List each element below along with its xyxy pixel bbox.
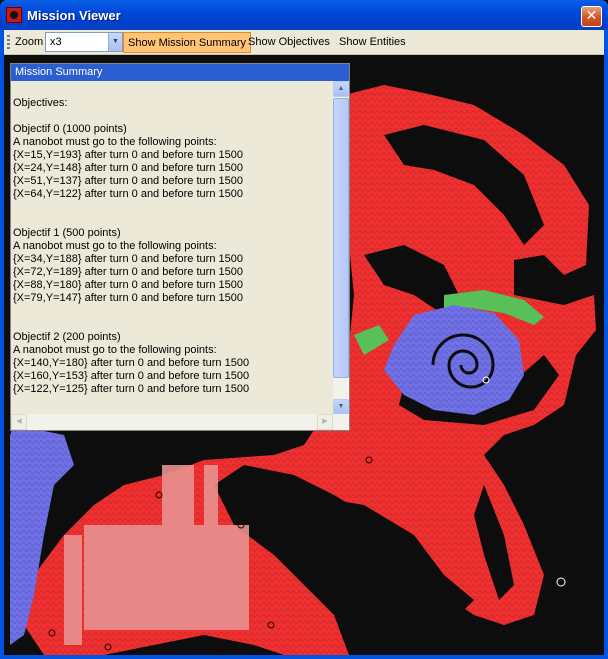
objective-point: {X=160,Y=153} after turn 0 and before tu… [13, 370, 250, 382]
app-icon [6, 7, 22, 23]
objective-point: {X=122,Y=125} after turn 0 and before tu… [13, 383, 250, 395]
title-bar[interactable]: Mission Viewer ✕ [0, 0, 608, 30]
scroll-right-icon[interactable]: ▶ [317, 414, 333, 430]
toolbar-grip-icon[interactable] [7, 35, 10, 50]
scroll-up-icon[interactable]: ▲ [333, 81, 349, 97]
scroll-left-icon[interactable]: ◀ [11, 414, 27, 430]
mission-viewer-window: Mission Viewer ✕ Zoom x3 ▼ Show Mission … [0, 0, 608, 659]
mission-summary-text: Objectives: Objectif 0 (1000 points) A n… [11, 81, 333, 415]
vertical-scrollbar[interactable]: ▲ ▼ [333, 81, 349, 415]
mission-summary-panel: Mission Summary Objectives: Objectif 0 (… [10, 63, 350, 431]
show-objectives-button[interactable]: Show Objectives [244, 32, 334, 53]
pink-region [84, 525, 249, 630]
close-button[interactable]: ✕ [581, 6, 602, 27]
objectives-heading: Objectives: [13, 97, 68, 109]
objective-description: A nanobot must go to the following point… [13, 344, 217, 356]
objective-point: {X=140,Y=180} after turn 0 and before tu… [13, 357, 250, 369]
mission-summary-title: Mission Summary [11, 64, 349, 81]
objective-point: {X=24,Y=148} after turn 0 and before tur… [13, 162, 243, 174]
objective-point: {X=64,Y=122} after turn 0 and before tur… [13, 188, 243, 200]
window-title: Mission Viewer [27, 8, 121, 23]
client-area: Zoom x3 ▼ Show Mission Summary Show Obje… [4, 30, 604, 655]
show-entities-button[interactable]: Show Entities [335, 32, 410, 53]
zoom-select[interactable]: x3 ▼ [45, 32, 123, 52]
objective-point: {X=15,Y=193} after turn 0 and before tur… [13, 149, 243, 161]
toolbar: Zoom x3 ▼ Show Mission Summary Show Obje… [4, 30, 604, 55]
objective-point: {X=88,Y=180} after turn 0 and before tur… [13, 279, 243, 291]
objective-point: {X=34,Y=188} after turn 0 and before tur… [13, 253, 243, 265]
objective-title: Objectif 0 (1000 points) [13, 123, 127, 135]
objective-title: Objectif 2 (200 points) [13, 331, 121, 343]
objective-title: Objectif 1 (500 points) [13, 227, 121, 239]
chevron-down-icon[interactable]: ▼ [108, 33, 122, 51]
objective-point: {X=51,Y=137} after turn 0 and before tur… [13, 175, 243, 187]
objective-point: {X=72,Y=189} after turn 0 and before tur… [13, 266, 243, 278]
zoom-label: Zoom [15, 36, 44, 48]
objective-point: {X=79,Y=147} after turn 0 and before tur… [13, 292, 243, 304]
zoom-value: x3 [50, 36, 62, 48]
scroll-down-icon[interactable]: ▼ [333, 399, 349, 415]
objective-description: A nanobot must go to the following point… [13, 240, 217, 252]
objective-description: A nanobot must go to the following point… [13, 136, 217, 148]
horizontal-scrollbar[interactable]: ◀ ▶ [11, 414, 349, 430]
show-mission-summary-button[interactable]: Show Mission Summary [123, 32, 251, 53]
scroll-thumb[interactable] [333, 98, 349, 378]
